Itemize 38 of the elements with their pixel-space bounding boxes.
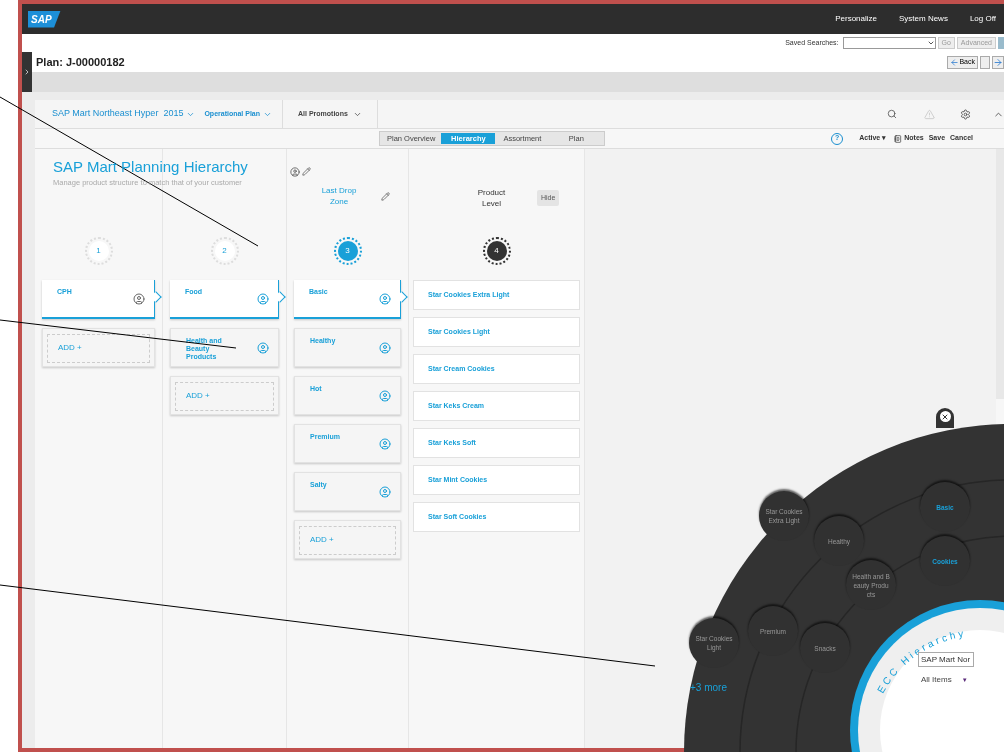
plan-title: Plan: J-00000182 bbox=[36, 54, 125, 70]
store-selector[interactable]: SAP Mart Northeast Hyper bbox=[52, 107, 159, 121]
scrollbar[interactable] bbox=[996, 149, 1004, 399]
header-link[interactable]: System News bbox=[899, 13, 948, 25]
person-icon[interactable] bbox=[290, 167, 300, 177]
chevron-right-icon bbox=[23, 68, 31, 76]
year-selector[interactable]: 2015 bbox=[163, 107, 196, 121]
column-heading: Product Level bbox=[476, 187, 507, 209]
add-button[interactable]: ADD + bbox=[299, 525, 396, 555]
forward-icon[interactable] bbox=[992, 55, 1004, 69]
edit-icon[interactable] bbox=[302, 167, 311, 176]
dropdown-icon[interactable] bbox=[980, 55, 990, 69]
settings-icon[interactable] bbox=[960, 108, 971, 120]
more-link[interactable]: +3 more bbox=[690, 680, 727, 695]
logo[interactable]: SAP bbox=[28, 10, 61, 28]
chevron-down-icon bbox=[926, 39, 935, 47]
add-button[interactable]: ADD + bbox=[47, 333, 150, 363]
pointer-notch bbox=[150, 291, 162, 303]
saved-search-dropdown[interactable] bbox=[842, 37, 936, 49]
header-link[interactable]: Log Off bbox=[969, 13, 996, 25]
notebook-icon bbox=[894, 134, 903, 143]
warning-icon[interactable] bbox=[924, 108, 935, 120]
pointer-notch bbox=[396, 291, 408, 303]
column-heading: Last Drop Zone bbox=[320, 185, 358, 207]
side-panel-toggle[interactable] bbox=[22, 52, 32, 92]
level-badge: 2 bbox=[210, 237, 239, 265]
level-badge: 1 bbox=[84, 237, 113, 265]
close-button[interactable] bbox=[936, 408, 954, 428]
arrow-left-icon bbox=[950, 57, 960, 67]
edit-icon[interactable] bbox=[381, 191, 390, 201]
level-badge: 4 bbox=[482, 237, 511, 265]
pointer-notch bbox=[274, 291, 286, 303]
close-icon bbox=[939, 411, 951, 422]
level-badge: 3 bbox=[333, 237, 362, 265]
add-button[interactable]: ADD + bbox=[175, 381, 274, 411]
header-link[interactable]: Personalize bbox=[835, 13, 877, 25]
search-icon[interactable] bbox=[887, 109, 897, 119]
hierarchy-title: SAP Mart Planning Hierarchy bbox=[53, 157, 248, 177]
